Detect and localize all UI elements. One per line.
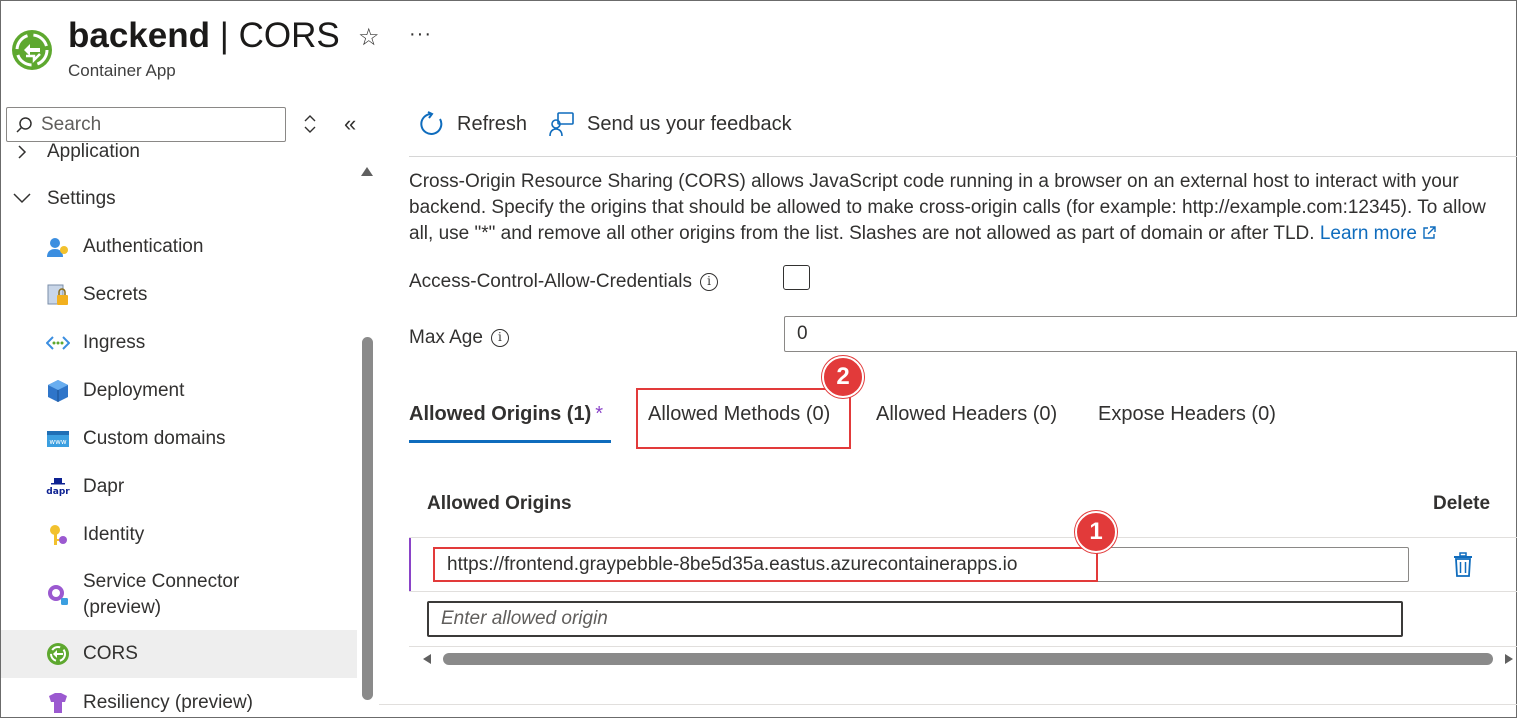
info-icon[interactable]: i (699, 273, 718, 291)
expand-collapse-icon[interactable] (301, 113, 319, 135)
sidebar-item-label: Ingress (83, 332, 146, 353)
table-horizontal-scroll-thumb[interactable] (443, 653, 1493, 665)
sidebar-item-resiliency[interactable]: Resiliency (preview) (1, 687, 357, 718)
resiliency-icon (49, 693, 67, 713)
new-origin-input[interactable] (427, 601, 1403, 637)
sidebar-item-label: Secrets (83, 284, 148, 305)
sidebar-item-label: Application (47, 143, 140, 162)
page-name: CORS (238, 16, 340, 55)
table-divider (409, 646, 1517, 647)
toolbar-divider (409, 156, 1517, 157)
delete-icon[interactable] (1451, 552, 1475, 578)
svg-text:dapr: dapr (46, 487, 70, 497)
info-icon[interactable]: i (490, 329, 509, 347)
star-icon[interactable]: ☆ (358, 23, 380, 52)
sidebar-item-label: Identity (83, 524, 145, 545)
sidebar-item-label: Service Connector (83, 571, 240, 592)
sidebar-item-label: Dapr (83, 476, 125, 497)
sidebar-item-service-connector[interactable]: Service Connector (preview) (1, 567, 357, 623)
tab-expose-headers[interactable]: Expose Headers (0) (1098, 403, 1276, 426)
sidebar-item-label: Resiliency (preview) (83, 692, 253, 713)
credentials-label: Access-Control-Allow-Credentials i (409, 271, 718, 293)
max-age-input[interactable] (784, 316, 1517, 352)
column-header-delete: Delete (1433, 493, 1491, 514)
active-tab-indicator (409, 440, 611, 443)
cors-description: Cross-Origin Resource Sharing (CORS) all… (409, 169, 1515, 247)
search-icon (16, 116, 32, 133)
highlight-box-methods (636, 388, 851, 449)
refresh-label: Refresh (457, 112, 528, 135)
sidebar-item-label: CORS (83, 643, 138, 664)
sidebar-item-dapr[interactable]: dapr Dapr (1, 471, 357, 503)
sidebar-group-application[interactable]: Application (1, 143, 357, 167)
tab-allowed-headers[interactable]: Allowed Headers (0) (876, 403, 1057, 426)
chevron-right-icon (18, 145, 27, 159)
search-input[interactable] (41, 113, 271, 136)
scroll-up-arrow-icon[interactable] (360, 165, 374, 177)
secrets-icon (47, 284, 68, 305)
resource-name: backend (68, 16, 210, 55)
refresh-icon (420, 111, 443, 135)
ingress-icon (46, 336, 70, 350)
footer-divider (379, 704, 1517, 705)
sidebar-item-label: Authentication (83, 236, 204, 257)
more-options-button[interactable]: ··· (409, 23, 432, 46)
step-badge-2: 2 (822, 356, 864, 398)
title-separator: | (219, 16, 229, 55)
column-header-origins: Allowed Origins (427, 493, 572, 514)
external-link-icon (1423, 226, 1436, 239)
row-accent-bar (409, 538, 411, 591)
cors-icon (47, 643, 69, 665)
max-age-label: Max Age i (409, 327, 509, 349)
tab-allowed-origins[interactable]: Allowed Origins (1) * (409, 403, 603, 426)
sidebar-item-identity[interactable]: Identity (1, 519, 357, 551)
dapr-icon: dapr (46, 478, 70, 497)
sidebar-item-label: Settings (47, 188, 116, 209)
required-marker: * (595, 403, 604, 425)
sidebar-item-authentication[interactable]: Authentication (1, 231, 357, 263)
feedback-icon (549, 112, 574, 137)
step-badge-1: 1 (1075, 511, 1117, 553)
container-app-icon (10, 28, 54, 72)
sidebar-item-label-line2: (preview) (83, 597, 162, 618)
page-title: backend | CORS (68, 15, 340, 57)
command-bar: Refresh Send us your feedback (419, 111, 792, 137)
sidebar-group-settings[interactable]: Settings (1, 183, 357, 215)
resource-type: Container App (68, 61, 176, 80)
authentication-icon (47, 238, 68, 257)
feedback-label: Send us your feedback (587, 112, 792, 135)
chevron-down-icon (13, 193, 31, 204)
sidebar-scroll-thumb[interactable] (362, 337, 373, 700)
scroll-left-arrow-icon[interactable] (422, 653, 432, 665)
credentials-checkbox[interactable] (783, 265, 810, 290)
table-divider (409, 591, 1517, 592)
sidebar-item-secrets[interactable]: Secrets (1, 279, 357, 311)
table-divider (409, 537, 1517, 538)
sidebar-item-ingress[interactable]: Ingress (1, 327, 357, 359)
highlight-box-origin (433, 547, 1098, 582)
service-connector-icon (48, 585, 68, 605)
identity-icon (50, 525, 67, 545)
sidebar-search[interactable] (6, 107, 286, 142)
collapse-sidebar-icon[interactable]: « (344, 111, 356, 137)
scroll-right-arrow-icon[interactable] (1504, 653, 1514, 665)
refresh-button[interactable]: Refresh (419, 111, 527, 137)
learn-more-link[interactable]: Learn more (1320, 223, 1436, 244)
sidebar-item-cors[interactable]: CORS (1, 630, 357, 678)
feedback-button[interactable]: Send us your feedback (549, 111, 792, 137)
